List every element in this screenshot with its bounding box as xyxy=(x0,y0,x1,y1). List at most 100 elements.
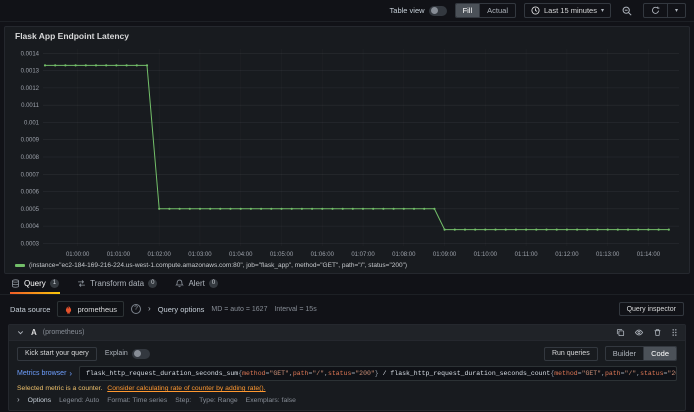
hide-response-button[interactable] xyxy=(634,328,644,337)
query-row-actions xyxy=(616,328,678,337)
svg-text:0.0011: 0.0011 xyxy=(21,103,40,109)
explain-toggle[interactable] xyxy=(131,348,150,359)
bell-icon xyxy=(175,279,185,288)
panel-title: Flask App Endpoint Latency xyxy=(15,31,129,41)
svg-text:01:07:00: 01:07:00 xyxy=(351,252,375,258)
alert-count-badge: 0 xyxy=(208,279,219,288)
add-rate-link[interactable]: Consider calculating rate of counter by … xyxy=(107,385,265,392)
refresh-button[interactable] xyxy=(644,4,667,17)
table-view-control: Table view xyxy=(390,5,447,16)
svg-text:01:02:00: 01:02:00 xyxy=(148,252,172,258)
svg-text:0.001: 0.001 xyxy=(24,120,40,126)
tab-label: Transform data xyxy=(90,279,145,288)
remove-query-button[interactable] xyxy=(653,328,662,337)
zoom-out-button[interactable] xyxy=(619,4,635,18)
help-icon[interactable]: ? xyxy=(131,304,142,314)
trash-icon xyxy=(653,328,662,337)
explain-label: Explain xyxy=(104,350,128,357)
svg-text:0.0003: 0.0003 xyxy=(21,241,40,247)
table-view-toggle[interactable] xyxy=(428,5,447,16)
svg-text:01:03:00: 01:03:00 xyxy=(188,252,212,258)
chevron-down-icon: ▾ xyxy=(600,7,604,14)
chevron-right-icon: › xyxy=(17,395,20,404)
explain-control: Explain xyxy=(104,348,150,359)
tab-query[interactable]: Query 1 xyxy=(10,279,61,294)
svg-text:0.0005: 0.0005 xyxy=(21,207,40,213)
svg-text:01:10:00: 01:10:00 xyxy=(474,252,498,258)
svg-text:01:11:00: 01:11:00 xyxy=(515,252,539,258)
time-series-chart[interactable]: 0.0014 0.0013 0.0012 0.0011 0.001 0.0009 0.000… xyxy=(9,44,685,260)
builder-code-group: Builder Code xyxy=(604,346,677,361)
time-series-panel: Flask App Endpoint Latency 0.0014 0.0013 0… xyxy=(4,26,690,274)
kick-start-query-button[interactable]: Kick start your query xyxy=(17,346,97,361)
transform-icon xyxy=(77,279,86,288)
query-ref-id: A xyxy=(31,328,37,337)
drag-handle[interactable] xyxy=(671,328,678,337)
tab-label: Query xyxy=(24,279,46,288)
duplicate-query-button[interactable] xyxy=(616,328,625,337)
metrics-browser-button[interactable]: Metrics browser › xyxy=(17,368,73,378)
svg-text:01:09:00: 01:09:00 xyxy=(433,252,457,258)
chart-canvas: 0.0014 0.0013 0.0012 0.0011 0.001 0.0009 0.000… xyxy=(21,49,679,258)
refresh-icon xyxy=(651,6,660,15)
run-queries-button[interactable]: Run queries xyxy=(543,346,598,361)
chart-legend: (instance="ec2-184-169-216-224.us-west-1… xyxy=(9,260,685,270)
chevron-right-icon: › xyxy=(148,304,151,313)
tab-alert[interactable]: Alert 0 xyxy=(174,279,219,294)
database-icon xyxy=(11,279,20,288)
refresh-group: ▾ xyxy=(642,3,686,18)
refresh-interval-dropdown[interactable]: ▾ xyxy=(666,4,685,17)
chevron-down-icon[interactable] xyxy=(16,328,25,337)
options-legend: Legend: Auto xyxy=(59,396,100,404)
query-inspector-button[interactable]: Query inspector xyxy=(618,302,684,316)
fill-button[interactable]: Fill xyxy=(455,4,480,17)
legend-item[interactable]: (instance="ec2-184-169-216-224.us-west-1… xyxy=(15,262,407,269)
options-type: Type: Range xyxy=(199,396,238,404)
datasource-label: Data source xyxy=(10,304,51,314)
warning-text: Selected metric is a counter. xyxy=(17,385,103,392)
topbar: Table view Fill Actual Last 15 minutes ▾… xyxy=(0,0,694,22)
svg-text:01:04:00: 01:04:00 xyxy=(229,252,253,258)
transform-count-badge: 0 xyxy=(148,279,158,288)
svg-text:0.0006: 0.0006 xyxy=(21,190,40,196)
datasource-name: prometheus xyxy=(77,304,118,314)
query-editor-body: Kick start your query Explain Run querie… xyxy=(9,341,685,410)
prometheus-icon xyxy=(64,304,73,314)
svg-text:01:06:00: 01:06:00 xyxy=(311,252,335,258)
options-exemplars: Exemplars: false xyxy=(245,396,296,404)
series-color-mark xyxy=(15,264,25,267)
time-range-label: Last 15 minutes xyxy=(544,6,597,15)
chevron-right-icon: › xyxy=(69,368,73,378)
query-toolbar: Kick start your query Explain Run querie… xyxy=(17,346,677,361)
options-row: › Options Legend: Auto Format: Time seri… xyxy=(17,396,677,404)
query-datasource-hint: (prometheus) xyxy=(42,329,85,336)
tab-transform-data[interactable]: Transform data 0 xyxy=(76,279,158,294)
builder-mode-button[interactable]: Builder xyxy=(606,347,643,360)
options-toggle[interactable]: Options xyxy=(28,397,51,404)
svg-text:01:13:00: 01:13:00 xyxy=(596,252,620,258)
drag-handle-icon xyxy=(671,328,678,337)
svg-text:01:01:00: 01:01:00 xyxy=(107,252,131,258)
chevron-down-icon: ▾ xyxy=(674,7,678,14)
svg-text:0.0014: 0.0014 xyxy=(21,51,40,57)
eye-icon xyxy=(634,328,644,337)
svg-text:0.0012: 0.0012 xyxy=(21,86,40,92)
query-row-header[interactable]: A (prometheus) xyxy=(9,325,685,341)
datasource-picker[interactable]: prometheus xyxy=(57,301,125,317)
svg-text:0.0013: 0.0013 xyxy=(21,69,40,75)
counter-warning: Selected metric is a counter. Consider c… xyxy=(17,385,677,392)
svg-text:01:05:00: 01:05:00 xyxy=(270,252,294,258)
code-editor-row: Metrics browser › flask_http_request_dur… xyxy=(17,366,677,381)
svg-text:01:00:00: 01:00:00 xyxy=(66,252,90,258)
actual-button[interactable]: Actual xyxy=(479,4,515,17)
time-range-picker[interactable]: Last 15 minutes ▾ xyxy=(524,3,611,18)
datasource-row: Data source prometheus ? › Query options… xyxy=(0,295,694,322)
svg-text:01:12:00: 01:12:00 xyxy=(555,252,579,258)
code-mode-button[interactable]: Code xyxy=(643,347,676,360)
promql-query[interactable]: flask_http_request_duration_seconds_sum{… xyxy=(79,366,677,381)
query-options-toggle[interactable]: Query options xyxy=(158,305,205,314)
svg-text:0.0007: 0.0007 xyxy=(21,172,40,178)
series-label: (instance="ec2-184-169-216-224.us-west-1… xyxy=(29,262,408,269)
copy-icon xyxy=(616,328,625,337)
metrics-browser-label: Metrics browser xyxy=(17,370,67,377)
